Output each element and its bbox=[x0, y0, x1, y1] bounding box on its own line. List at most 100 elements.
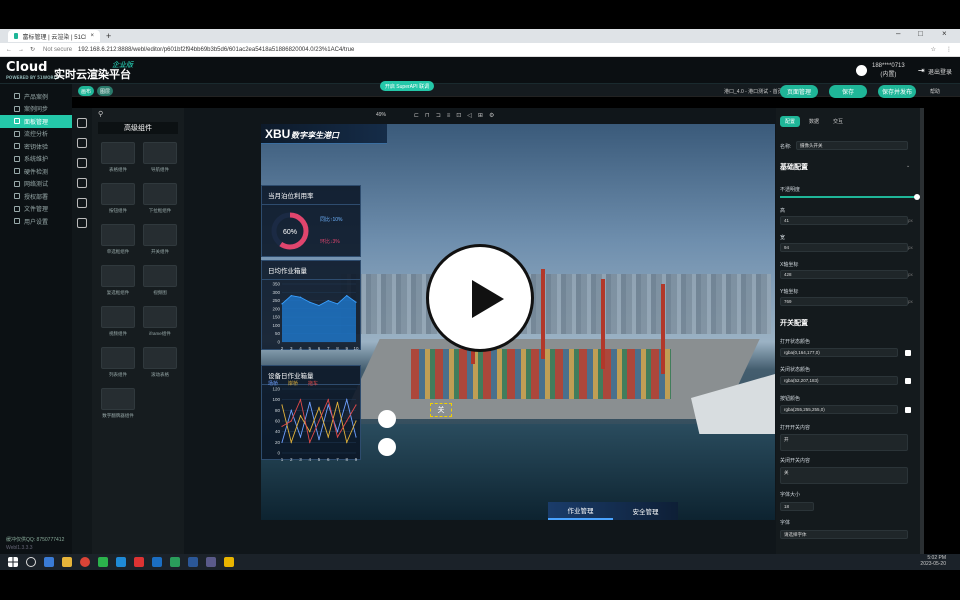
forward-icon[interactable]: → bbox=[18, 47, 24, 53]
camera-icon[interactable] bbox=[378, 410, 396, 428]
component-item[interactable]: 单选框组件 bbox=[100, 224, 136, 255]
menu-icon[interactable]: ⋮ bbox=[946, 46, 952, 53]
word-icon[interactable] bbox=[188, 557, 198, 567]
align-right-icon[interactable]: ⊐ bbox=[436, 113, 447, 119]
align-center-icon[interactable]: ⊓ bbox=[425, 113, 436, 119]
app-icon[interactable] bbox=[152, 557, 162, 567]
close-window-icon[interactable]: × bbox=[942, 29, 947, 38]
align-left-icon[interactable]: ⊏ bbox=[414, 113, 425, 119]
component-item[interactable]: iframe组件 bbox=[142, 306, 178, 337]
properties-scrollbar[interactable] bbox=[920, 108, 924, 554]
sidebar-item[interactable]: 密钥体验 bbox=[0, 140, 72, 153]
button-color-field[interactable]: rgba(255,255,255,0) bbox=[780, 405, 898, 414]
explorer-icon[interactable] bbox=[44, 557, 54, 567]
tab-data[interactable]: 数据 bbox=[804, 116, 824, 127]
berth-utilization-panel[interactable]: 当月泊位利用率 60% 同比↑10% 环比↓3% bbox=[261, 185, 361, 257]
sidebar-item[interactable]: 面板管理 bbox=[0, 115, 72, 128]
chart-icon[interactable] bbox=[77, 178, 87, 188]
component-item[interactable]: 下拉框组件 bbox=[142, 183, 178, 214]
sidebar-item[interactable]: 系统维护 bbox=[0, 153, 72, 166]
group-icon[interactable]: ⊞ bbox=[478, 113, 489, 119]
tab-close-icon[interactable]: × bbox=[90, 33, 94, 39]
superapi-toggle[interactable]: 开启 SuperAPI 联调 bbox=[380, 81, 434, 91]
app-icon[interactable] bbox=[206, 557, 216, 567]
opacity-slider[interactable] bbox=[780, 196, 918, 198]
off-text-field[interactable]: 关 bbox=[780, 467, 908, 484]
height-field[interactable]: 41 bbox=[780, 216, 908, 225]
settings-icon[interactable]: ⚙ bbox=[489, 113, 500, 119]
component-icon[interactable] bbox=[77, 158, 87, 168]
sidebar-item[interactable]: 硬件检测 bbox=[0, 165, 72, 178]
app-icon[interactable] bbox=[224, 557, 234, 567]
y-field[interactable]: 769 bbox=[780, 297, 908, 306]
canvas-pill[interactable]: 画布 bbox=[78, 86, 94, 96]
search-icon[interactable] bbox=[26, 557, 36, 567]
component-item[interactable]: 视频图 bbox=[142, 265, 178, 296]
sound-icon[interactable]: ◁ bbox=[467, 113, 478, 119]
sidebar-item[interactable]: 用户设置 bbox=[0, 215, 72, 228]
tab-config[interactable]: 配置 bbox=[780, 116, 801, 127]
zoom-level[interactable]: 49% bbox=[376, 112, 386, 118]
app-icon[interactable] bbox=[116, 557, 126, 567]
component-item[interactable]: 按钮组件 bbox=[100, 183, 136, 214]
browser-tab[interactable]: 富标管理 | 云渲染 | 51Cloud数… × bbox=[8, 30, 100, 42]
wechat-icon[interactable] bbox=[98, 557, 108, 567]
lock-icon[interactable]: ⊡ bbox=[456, 113, 467, 119]
button-color-swatch[interactable] bbox=[905, 407, 911, 413]
back-icon[interactable]: ← bbox=[6, 47, 12, 53]
clock[interactable]: 5:02 PM 2023-05-20 bbox=[920, 555, 946, 567]
plugin-icon[interactable] bbox=[77, 218, 87, 228]
camera-switch[interactable]: 关 bbox=[430, 403, 452, 417]
component-item[interactable]: 数字翻牌器组件 bbox=[100, 388, 136, 419]
opacity-slider-handle[interactable] bbox=[914, 194, 920, 200]
font-size-field[interactable]: 18 bbox=[780, 502, 814, 511]
sidebar-item[interactable]: 产品案例 bbox=[0, 90, 72, 103]
page-manage-button[interactable]: 页面管理 bbox=[780, 85, 818, 98]
sidebar-item[interactable]: 文件管理 bbox=[0, 203, 72, 216]
component-item[interactable]: 复选框组件 bbox=[100, 265, 136, 296]
width-field[interactable]: 94 bbox=[780, 243, 908, 252]
help-link[interactable]: 帮助 bbox=[930, 88, 940, 95]
reload-icon[interactable]: ↻ bbox=[30, 46, 35, 53]
component-item[interactable]: 表格组件 bbox=[100, 142, 136, 173]
chrome-icon[interactable] bbox=[80, 557, 90, 567]
component-item[interactable]: 导航组件 bbox=[142, 142, 178, 173]
daily-volume-panel[interactable]: 日均作业箱量 0 50 100 150 200 250 300 350 2 3 4 5 6 7 8 9 10 bbox=[261, 260, 361, 351]
distribute-icon[interactable]: ≡ bbox=[447, 113, 457, 119]
logout-button[interactable]: 退出登录 bbox=[928, 67, 952, 76]
sidebar-item[interactable]: 案例同步 bbox=[0, 103, 72, 116]
component-item[interactable]: 开关组件 bbox=[142, 224, 178, 255]
on-color-swatch[interactable] bbox=[905, 350, 911, 356]
component-item[interactable]: 滚动表格 bbox=[142, 347, 178, 378]
url-field[interactable]: 192.168.6.212:8888/webl/editor/p601bf2f9… bbox=[78, 47, 354, 53]
name-field[interactable]: 摄像头开关 bbox=[796, 141, 908, 150]
avatar[interactable] bbox=[856, 65, 867, 76]
sidebar-item[interactable]: 网络测试 bbox=[0, 178, 72, 191]
chevron-down-icon[interactable]: ⌄ bbox=[906, 163, 910, 169]
sidebar-item[interactable]: 流控分析 bbox=[0, 128, 72, 141]
off-color-swatch[interactable] bbox=[905, 378, 911, 384]
layout-icon[interactable] bbox=[77, 138, 87, 148]
excel-icon[interactable] bbox=[170, 557, 180, 567]
component-item[interactable]: 列表组件 bbox=[100, 347, 136, 378]
app-icon[interactable] bbox=[134, 557, 144, 567]
logout-icon[interactable]: ⇥ bbox=[918, 66, 925, 75]
user-info[interactable]: 188****0713 (内置) bbox=[872, 63, 905, 78]
off-color-field[interactable]: rgba(52,207,183) bbox=[780, 376, 898, 385]
text-icon[interactable] bbox=[77, 198, 87, 208]
on-text-field[interactable]: 开 bbox=[780, 434, 908, 451]
tab-operation[interactable]: 作业管理 bbox=[548, 502, 613, 520]
maximize-icon[interactable]: □ bbox=[918, 29, 923, 38]
layer-pill[interactable]: 图层 bbox=[97, 86, 113, 96]
font-select[interactable]: 请选择字体 bbox=[780, 530, 908, 539]
sidebar-item[interactable]: 授权部署 bbox=[0, 190, 72, 203]
star-icon[interactable]: ☆ bbox=[931, 46, 936, 53]
page-icon[interactable] bbox=[77, 118, 87, 128]
minimize-icon[interactable]: – bbox=[896, 29, 900, 38]
tab-safety[interactable]: 安全管理 bbox=[613, 502, 678, 520]
tab-interaction[interactable]: 交互 bbox=[828, 116, 848, 127]
x-field[interactable]: 428 bbox=[780, 270, 908, 279]
pin-icon[interactable]: ⚲ bbox=[98, 110, 103, 118]
truck-icon[interactable] bbox=[378, 438, 396, 456]
new-tab-icon[interactable]: + bbox=[106, 31, 111, 41]
